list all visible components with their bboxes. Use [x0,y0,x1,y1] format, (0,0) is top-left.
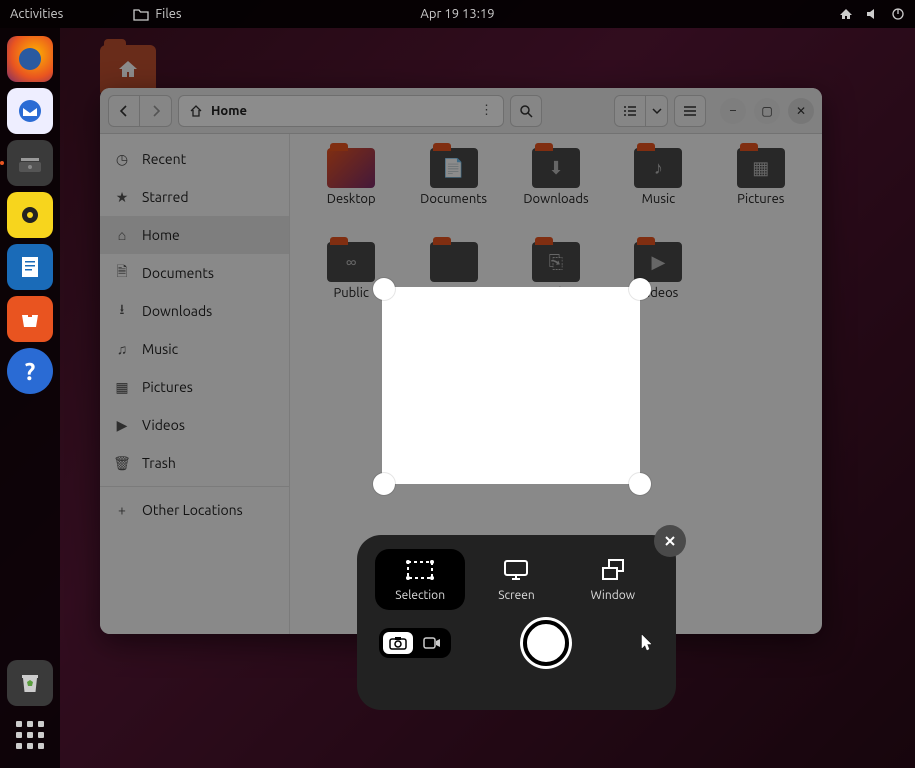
network-icon[interactable] [839,7,853,21]
dock-help[interactable]: ? [7,348,53,394]
dock-rhythmbox[interactable] [7,192,53,238]
screenshot-close-button[interactable] [654,525,686,557]
activities-button[interactable]: Activities [10,7,63,21]
topbar-app-label: Files [155,7,181,21]
gnome-topbar: Activities Files Apr 19 13:19 [0,0,915,28]
mode-selection[interactable]: Selection [375,549,465,610]
photo-mode-button[interactable] [383,632,413,654]
show-pointer-toggle[interactable] [640,634,654,652]
camera-icon [389,636,407,650]
topbar-clock[interactable]: Apr 19 13:19 [420,7,494,21]
selection-handle-tl[interactable] [373,278,395,300]
screen-icon [502,557,530,583]
window-icon [599,557,627,583]
dock-thunderbird[interactable] [7,88,53,134]
video-icon [423,637,441,649]
mode-window[interactable]: Window [568,549,658,610]
screenshot-panel: Selection Screen Window [357,535,676,710]
mode-label: Selection [395,589,445,602]
dock-writer[interactable] [7,244,53,290]
dock: ? [0,28,60,768]
mode-screen[interactable]: Screen [471,549,561,610]
dock-firefox[interactable] [7,36,53,82]
volume-icon[interactable] [865,7,879,21]
power-icon[interactable] [891,7,905,21]
dock-files[interactable] [7,140,53,186]
capture-button[interactable] [523,620,569,666]
selection-handle-tr[interactable] [629,278,651,300]
close-icon [664,535,676,547]
capture-type-toggle [379,628,451,658]
selection-icon [405,557,435,583]
dock-trash[interactable] [7,660,53,706]
dock-software[interactable] [7,296,53,342]
cursor-icon [640,634,654,652]
mode-label: Screen [498,589,535,602]
screenshot-selection[interactable] [382,287,640,484]
selection-handle-br[interactable] [629,473,651,495]
folder-icon [133,7,149,21]
show-applications[interactable] [7,712,53,758]
mode-label: Window [591,589,635,602]
topbar-app-menu[interactable]: Files [133,7,181,21]
video-mode-button[interactable] [417,632,447,654]
selection-handle-bl[interactable] [373,473,395,495]
